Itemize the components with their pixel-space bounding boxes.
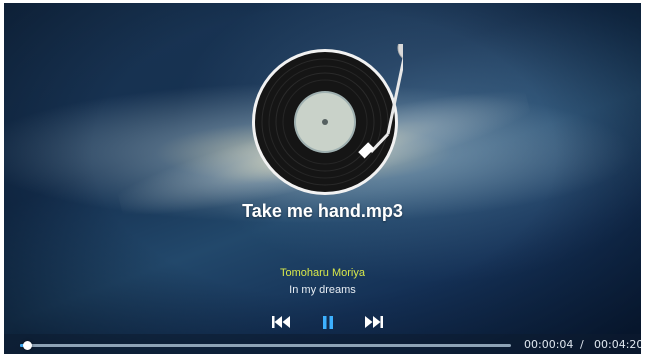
time-separator: / [580,338,584,351]
pause-icon [323,315,333,329]
vinyl-record-icon [252,44,403,195]
previous-button[interactable] [268,312,296,332]
track-artist: Tomoharu Moriya [280,267,365,279]
track-album: In my dreams [289,284,356,296]
next-button[interactable] [359,312,387,332]
skip-previous-icon [272,316,290,328]
player-window: Take me hand.mp3 Tomoharu Moriya In my d… [4,3,641,354]
elapsed-time: 00:00:04 [524,338,574,351]
track-title: Take me hand.mp3 [242,201,403,221]
progress-bar-area: 00:00:04 / 00:04:20 [4,334,641,354]
pause-button[interactable] [314,312,342,332]
skip-next-icon [365,316,383,328]
total-time: 00:04:20 [594,338,641,351]
playback-controls [4,312,641,332]
seek-track[interactable] [20,341,511,350]
seek-handle[interactable] [23,341,33,350]
